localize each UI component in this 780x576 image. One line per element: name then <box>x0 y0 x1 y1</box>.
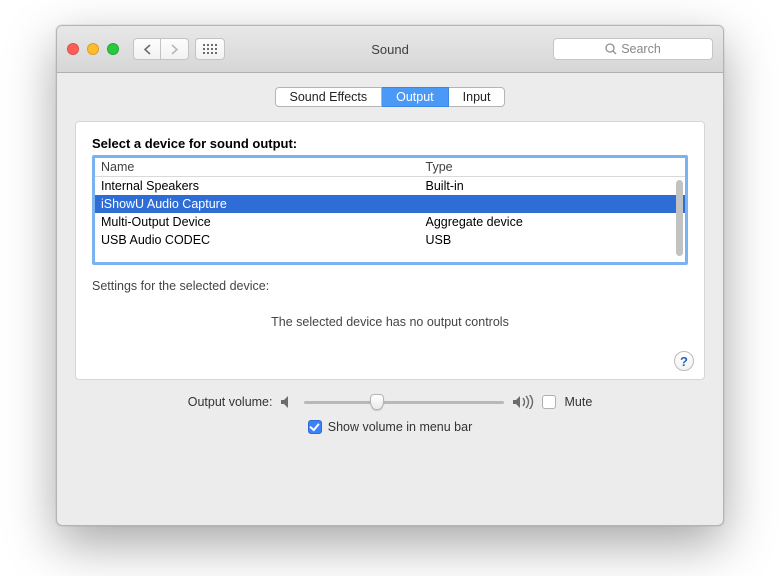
search-input[interactable]: Search <box>553 38 713 60</box>
slider-thumb[interactable] <box>370 394 384 410</box>
column-header-name[interactable]: Name <box>95 158 420 177</box>
tab-sound-effects[interactable]: Sound Effects <box>275 87 383 107</box>
tab-input[interactable]: Input <box>449 87 506 107</box>
search-icon <box>605 43 617 55</box>
output-volume-label: Output volume: <box>188 395 273 409</box>
device-table: Name Type Internal Speakers Built-in iSh… <box>95 158 685 249</box>
scrollbar-thumb[interactable] <box>676 180 683 256</box>
mute-label: Mute <box>564 395 592 409</box>
nav-back-forward <box>133 38 189 60</box>
window-controls <box>67 43 119 55</box>
device-type: Built-in <box>420 177 686 195</box>
device-name: Multi-Output Device <box>95 213 420 231</box>
help-button[interactable]: ? <box>674 351 694 371</box>
settings-label: Settings for the selected device: <box>92 279 688 293</box>
slider-track <box>304 401 504 404</box>
table-row[interactable]: Internal Speakers Built-in <box>95 177 685 195</box>
back-button[interactable] <box>133 38 161 60</box>
table-row[interactable]: USB Audio CODEC USB <box>95 231 685 249</box>
zoom-icon[interactable] <box>107 43 119 55</box>
sound-prefpane-window: Sound Search Sound Effects Output Input … <box>56 25 724 526</box>
show-volume-label: Show volume in menu bar <box>328 420 473 434</box>
output-panel: Select a device for sound output: Name T… <box>75 121 705 380</box>
device-type: USB <box>420 231 686 249</box>
volume-slider[interactable] <box>304 394 504 410</box>
device-name: Internal Speakers <box>95 177 420 195</box>
tab-segmented-control: Sound Effects Output Input <box>75 87 705 107</box>
question-mark-icon: ? <box>680 354 688 369</box>
device-name: iShowU Audio Capture <box>95 195 420 213</box>
speaker-low-icon <box>280 395 296 409</box>
output-volume-row: Output volume: Mute <box>188 394 593 410</box>
column-header-type[interactable]: Type <box>420 158 686 177</box>
forward-button[interactable] <box>161 38 189 60</box>
table-row[interactable]: Multi-Output Device Aggregate device <box>95 213 685 231</box>
no-output-controls-text: The selected device has no output contro… <box>92 315 688 329</box>
mute-checkbox[interactable] <box>542 395 556 409</box>
output-heading: Select a device for sound output: <box>92 136 688 151</box>
device-type: Aggregate device <box>420 213 686 231</box>
show-volume-row: Show volume in menu bar <box>308 420 473 434</box>
device-type <box>420 195 686 213</box>
scrollbar[interactable] <box>676 180 683 260</box>
titlebar: Sound Search <box>57 26 723 73</box>
search-placeholder: Search <box>621 42 661 56</box>
chevron-right-icon <box>170 44 179 55</box>
show-volume-checkbox[interactable] <box>308 420 322 434</box>
table-row[interactable]: iShowU Audio Capture <box>95 195 685 213</box>
show-all-button[interactable] <box>195 38 225 60</box>
content-area: Sound Effects Output Input Select a devi… <box>57 73 723 446</box>
speaker-high-icon <box>512 395 534 409</box>
device-list[interactable]: Name Type Internal Speakers Built-in iSh… <box>92 155 688 265</box>
grid-icon <box>203 44 217 54</box>
footer-controls: Output volume: Mute <box>75 380 705 434</box>
tab-output[interactable]: Output <box>382 87 449 107</box>
device-name: USB Audio CODEC <box>95 231 420 249</box>
chevron-left-icon <box>143 44 152 55</box>
close-icon[interactable] <box>67 43 79 55</box>
minimize-icon[interactable] <box>87 43 99 55</box>
